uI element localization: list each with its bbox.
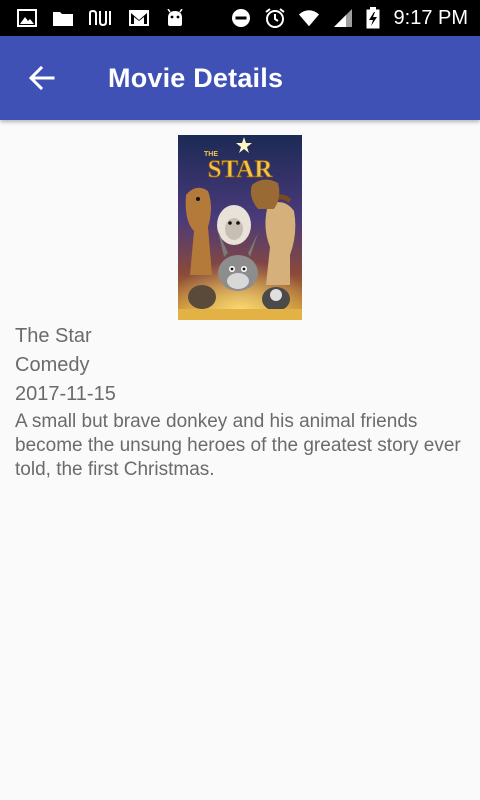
wifi-icon [298, 7, 320, 29]
system-icons: 9:17 PM [230, 6, 468, 30]
arrow-back-icon [29, 65, 55, 91]
nu-logo-icon [88, 7, 114, 29]
status-clock: 9:17 PM [393, 7, 468, 29]
movie-details: The Star Comedy 2017-11-15 A small but b… [15, 322, 471, 482]
battery-charging-icon [366, 7, 380, 29]
gmail-icon [128, 7, 150, 29]
android-icon [164, 7, 186, 29]
notification-icons [16, 6, 186, 30]
movie-overview: A small but brave donkey and his animal … [15, 411, 461, 480]
page-title: Movie Details [108, 63, 284, 93]
status-bar: 9:17 PM [0, 0, 480, 36]
movie-release-date: 2017-11-15 [15, 383, 116, 405]
movie-title: The Star [15, 325, 92, 347]
alarm-icon [264, 7, 286, 29]
app-bar: Movie Details [0, 36, 480, 120]
gallery-icon [16, 7, 38, 29]
signal-icon [332, 7, 354, 29]
movie-poster: THE STAR [178, 135, 302, 320]
movie-genre: Comedy [15, 354, 90, 376]
back-button[interactable] [18, 54, 66, 102]
poster-title: STAR [208, 156, 274, 183]
do-not-disturb-icon [230, 7, 252, 29]
folder-icon [52, 7, 74, 29]
